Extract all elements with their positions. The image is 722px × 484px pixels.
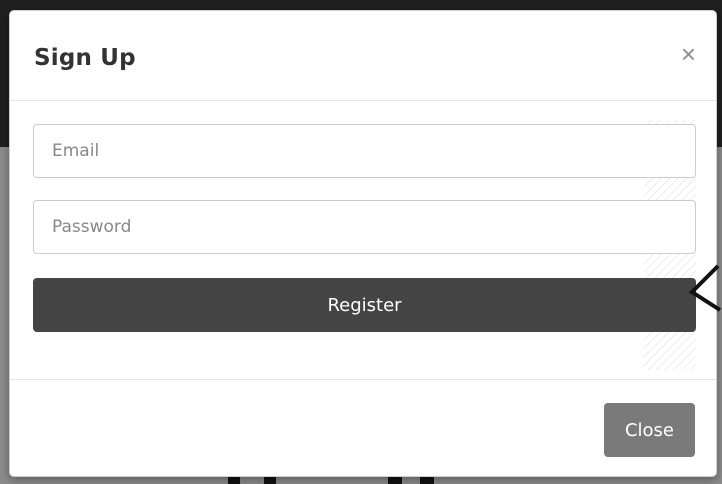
close-button[interactable]: Close — [604, 403, 695, 457]
email-field[interactable] — [33, 124, 696, 178]
modal-header: Sign Up × — [10, 11, 716, 101]
modal-footer: Close — [10, 379, 716, 478]
register-button[interactable]: Register — [33, 278, 696, 332]
modal-body: Register — [10, 102, 716, 379]
arrow-icon — [688, 264, 722, 312]
sign-up-modal: Sign Up × Register Close — [9, 10, 717, 477]
close-icon[interactable]: × — [681, 41, 696, 67]
password-field[interactable] — [33, 200, 696, 254]
modal-title: Sign Up — [34, 45, 136, 71]
